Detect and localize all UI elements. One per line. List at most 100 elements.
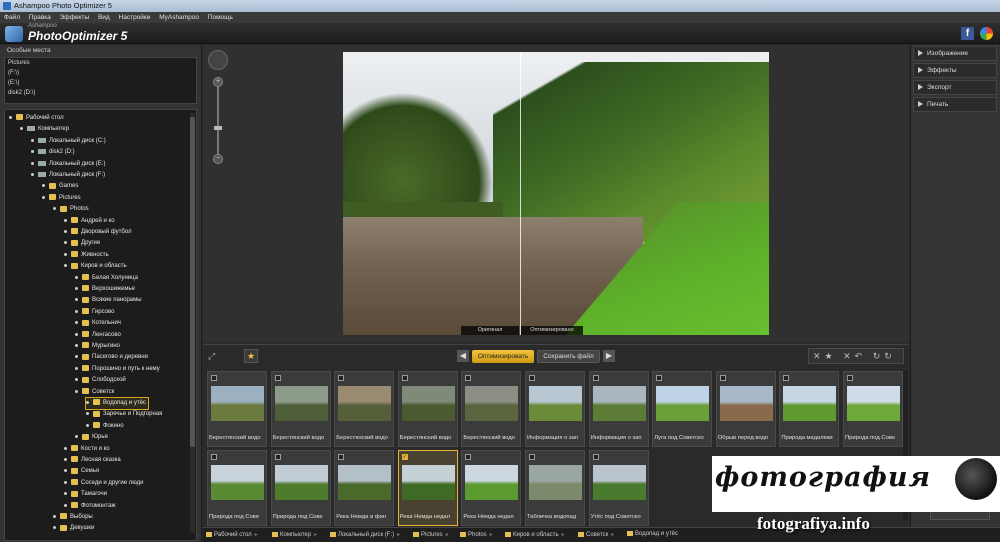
panel-export[interactable]: Экспорт xyxy=(913,80,997,95)
expand-bullet-icon[interactable] xyxy=(75,321,78,325)
thumbnail-checkbox[interactable] xyxy=(274,454,281,460)
thumbnail-checkbox[interactable] xyxy=(465,454,472,460)
panel-image[interactable]: Изображение xyxy=(913,46,997,61)
next-image-button[interactable]: ▶ xyxy=(603,350,615,362)
tree-item[interactable]: Заречье и Подгорная xyxy=(86,409,162,420)
tree-item[interactable]: Фотомонтаж xyxy=(64,501,116,512)
expand-bullet-icon[interactable] xyxy=(75,332,78,336)
expand-bullet-icon[interactable] xyxy=(75,355,78,359)
expand-bullet-icon[interactable] xyxy=(64,264,67,268)
preview-image[interactable] xyxy=(343,52,769,335)
thumbnail-checkbox[interactable] xyxy=(338,375,345,381)
thumbnail-checkbox[interactable] xyxy=(592,375,599,381)
menu-edit[interactable]: Правка xyxy=(29,14,51,21)
tree-item[interactable]: Андрей и ко xyxy=(64,216,115,227)
expand-bullet-icon[interactable] xyxy=(20,127,23,131)
tree-scrollbar[interactable] xyxy=(190,113,195,533)
tree-item[interactable]: Пасегово и деревни xyxy=(75,352,148,363)
compare-divider[interactable] xyxy=(520,52,521,335)
menu-effects[interactable]: Эффекты xyxy=(60,14,90,21)
breadcrumb-item[interactable]: Киров и область ▸ xyxy=(505,531,565,538)
tree-item[interactable]: Слободской xyxy=(75,375,126,386)
thumbnail-item[interactable]: Утёс под Советско xyxy=(588,450,649,526)
breadcrumb-separator-icon[interactable]: ▸ xyxy=(611,532,614,538)
tree-item[interactable]: disk2 (D:) xyxy=(31,147,75,158)
expand-bullet-icon[interactable] xyxy=(42,184,45,188)
expand-bullet-icon[interactable] xyxy=(64,492,67,496)
thumbnail-checkbox[interactable] xyxy=(656,375,663,381)
thumbnail-item[interactable]: Луга под Советско xyxy=(652,371,713,447)
place-item[interactable]: (F:\) xyxy=(5,68,196,78)
expand-bullet-icon[interactable] xyxy=(75,378,78,382)
thumbnail-checkbox[interactable]: ✓ xyxy=(401,454,408,460)
expand-bullet-icon[interactable] xyxy=(75,366,78,370)
thumbnail-item[interactable]: Берестянский водо xyxy=(270,371,331,447)
expand-bullet-icon[interactable] xyxy=(75,435,78,439)
tree-item[interactable]: Кости и ко xyxy=(64,444,110,455)
tree-item[interactable]: Советск xyxy=(75,387,114,398)
expand-bullet-icon[interactable] xyxy=(75,298,78,302)
thumbnail-item[interactable]: Берестянский водо xyxy=(397,371,458,447)
breadcrumb-item[interactable]: Photos ▸ xyxy=(460,531,493,538)
optimize-button[interactable]: Оптимизировать xyxy=(472,350,534,363)
place-item[interactable]: Pictures xyxy=(5,58,196,68)
thumbnail-item[interactable]: Берестянский водо xyxy=(461,371,522,447)
tree-item[interactable]: Games xyxy=(42,181,78,192)
expand-bullet-icon[interactable] xyxy=(64,480,67,484)
expand-bullet-icon[interactable] xyxy=(75,343,78,347)
expand-bullet-icon[interactable] xyxy=(53,514,56,518)
thumbnail-checkbox[interactable] xyxy=(783,375,790,381)
tree-item[interactable]: Выборы xyxy=(53,512,93,523)
menu-myashampoo[interactable]: MyAshampoo xyxy=(159,14,199,21)
thumbnail-item[interactable]: Природа под Сове xyxy=(207,450,267,526)
tree-item[interactable]: Локальный диск (C:) xyxy=(31,136,106,147)
fullscreen-icon[interactable]: ⤢ xyxy=(208,351,218,361)
menu-view[interactable]: Вид xyxy=(98,14,110,21)
expand-bullet-icon[interactable] xyxy=(75,309,78,313)
tree-item[interactable]: Тамагочи xyxy=(64,489,107,500)
tree-item[interactable]: Порошино и путь к нему xyxy=(75,364,160,375)
breadcrumb-separator-icon[interactable]: ▸ xyxy=(314,532,317,538)
thumbnail-checkbox[interactable] xyxy=(592,454,599,460)
thumbnail-checkbox[interactable] xyxy=(338,454,345,460)
expand-bullet-icon[interactable] xyxy=(64,469,67,473)
expand-bullet-icon[interactable] xyxy=(64,503,67,507)
tree-item[interactable]: Живность xyxy=(64,250,109,261)
expand-bullet-icon[interactable] xyxy=(31,172,34,176)
expand-bullet-icon[interactable] xyxy=(86,423,89,427)
place-item[interactable]: (E:\) xyxy=(5,78,196,88)
thumbnail-item[interactable]: Информация о зап xyxy=(588,371,649,447)
menu-help[interactable]: Помощь xyxy=(208,14,233,21)
thumbnail-item[interactable]: Берестянский водо xyxy=(207,371,267,447)
tree-item[interactable]: Фокино xyxy=(86,421,124,432)
thumbnail-checkbox[interactable] xyxy=(529,454,535,460)
tree-item[interactable]: Компьютер xyxy=(20,124,69,135)
thumbnail-checkbox[interactable] xyxy=(211,375,217,381)
thumbnail-checkbox[interactable] xyxy=(465,375,472,381)
thumbnail-item[interactable]: Информация о зап xyxy=(525,371,585,447)
expand-bullet-icon[interactable] xyxy=(75,389,78,393)
tree-item[interactable]: Ленгасово xyxy=(75,330,121,341)
tree-item[interactable]: Всякие панорамы xyxy=(75,295,142,306)
thumbnail-item[interactable]: ✓ Река Немда недал xyxy=(397,450,458,526)
expand-bullet-icon[interactable] xyxy=(86,400,89,404)
auto-optimize-icon[interactable]: ★ xyxy=(244,349,258,363)
facebook-icon[interactable]: f xyxy=(961,27,974,40)
thumbnail-item[interactable]: Природа под Сове xyxy=(270,450,331,526)
tree-item[interactable]: Photos xyxy=(53,204,89,215)
menu-settings[interactable]: Настройки xyxy=(119,14,151,21)
tree-item[interactable]: Дворовый футбол xyxy=(64,227,131,238)
thumbnail-item[interactable]: Река Немда недал xyxy=(461,450,522,526)
breadcrumb-item[interactable]: Советск ▸ xyxy=(578,531,614,538)
expand-bullet-icon[interactable] xyxy=(42,195,45,199)
expand-bullet-icon[interactable] xyxy=(64,446,67,450)
expand-bullet-icon[interactable] xyxy=(31,138,34,142)
breadcrumb-item[interactable]: Компьютер ▸ xyxy=(272,531,317,538)
expand-bullet-icon[interactable] xyxy=(9,115,12,119)
thumbnail-checkbox[interactable] xyxy=(529,375,535,381)
tree-item[interactable]: Верхошижемье xyxy=(75,284,135,295)
thumbnail-item[interactable]: Природа медалеки xyxy=(779,371,840,447)
thumbnail-checkbox[interactable] xyxy=(401,375,408,381)
tree-item[interactable]: Лесная сказка xyxy=(64,455,121,466)
thumbnail-item[interactable]: Река Немда в фин xyxy=(334,450,395,526)
